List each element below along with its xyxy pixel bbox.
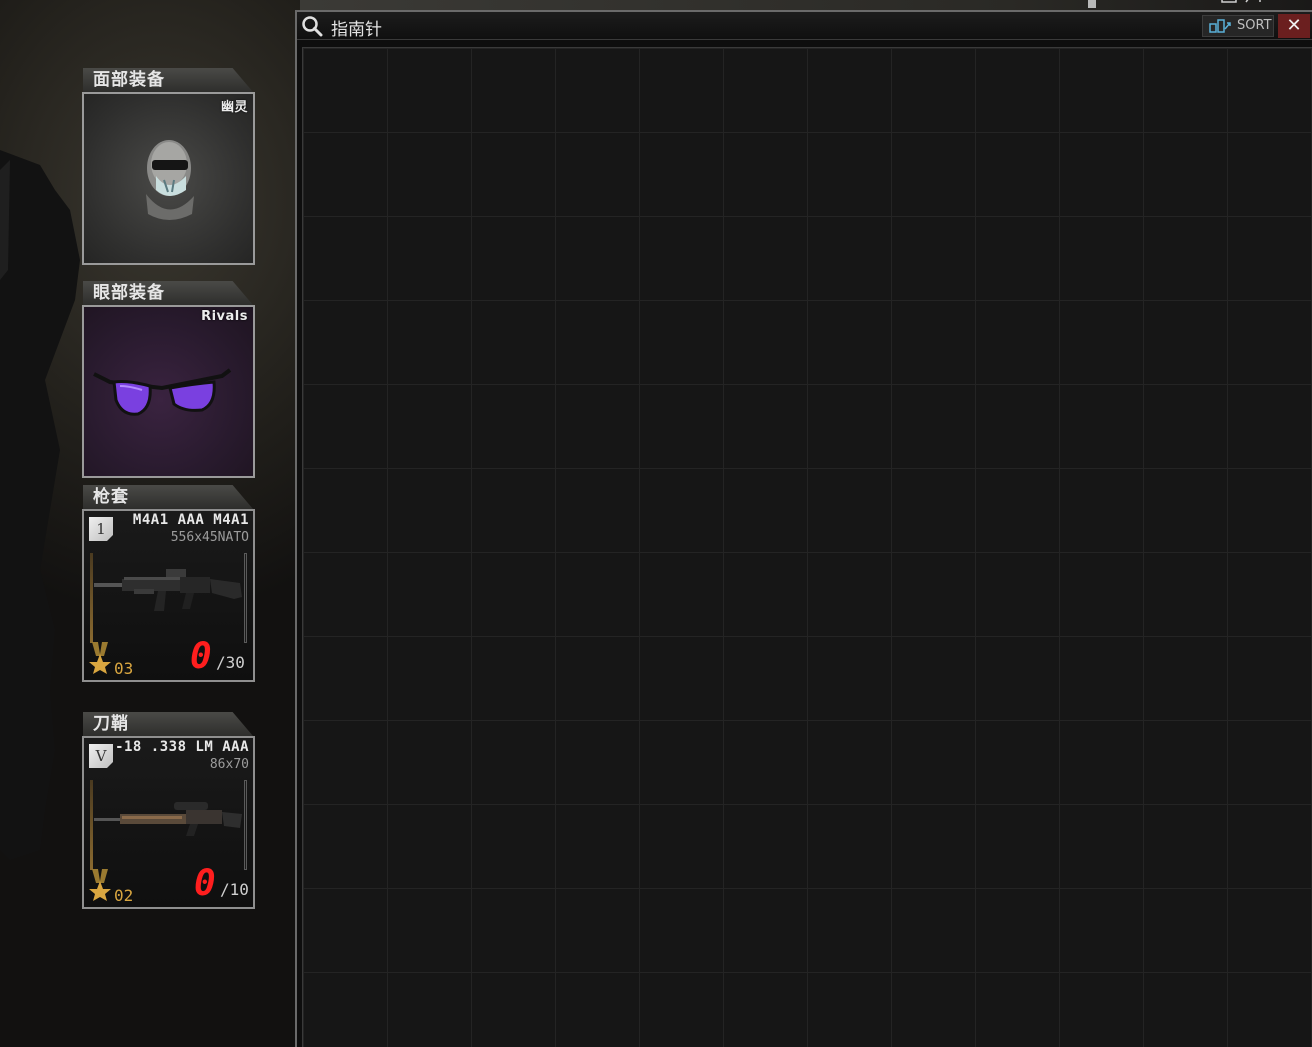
holster-slot[interactable]: 1 M4A1 AAA M4A1 556x45NATO 03 0 /30 bbox=[82, 509, 255, 682]
face-slot-header: 面部装备 bbox=[83, 68, 253, 92]
top-strip bbox=[300, 0, 1312, 10]
container-grid[interactable] bbox=[302, 47, 1312, 1047]
heat-bar bbox=[244, 780, 247, 870]
character-silhouette bbox=[0, 150, 80, 860]
rank-medal-icon bbox=[89, 869, 111, 901]
weapon-slot-badge: 1 bbox=[89, 517, 113, 541]
durability-bar bbox=[90, 553, 93, 643]
top-marker bbox=[1088, 0, 1096, 8]
rifle-icon bbox=[94, 569, 242, 611]
holster-caliber: 556x45NATO bbox=[170, 530, 249, 545]
eye-item-name: Rivals bbox=[201, 309, 248, 324]
scabbard-ammo-max: /10 bbox=[220, 880, 249, 899]
sort-button[interactable]: SORT bbox=[1202, 15, 1274, 37]
close-button[interactable]: ✕ bbox=[1278, 14, 1310, 38]
sort-label: SORT bbox=[1237, 18, 1272, 33]
rank-medal-icon bbox=[89, 642, 111, 674]
scabbard-slot-header: 刀鞘 bbox=[83, 712, 253, 736]
holster-rank: 03 bbox=[114, 659, 134, 678]
weapon-slot-badge: V bbox=[89, 744, 113, 768]
window-header[interactable]: 指南针 SORT ✕ bbox=[297, 12, 1312, 40]
durability-bar bbox=[90, 780, 93, 870]
eye-slot-header: 眼部装备 bbox=[83, 281, 253, 305]
scabbard-rank: 02 bbox=[114, 886, 134, 905]
glasses-icon bbox=[93, 368, 232, 416]
top-toolbar-glyph bbox=[1221, 0, 1261, 3]
balaclava-icon bbox=[146, 140, 194, 220]
scabbard-weapon-name: -18 .338 LM AAA bbox=[115, 739, 249, 755]
holster-slot-header: 枪套 bbox=[83, 485, 253, 509]
scabbard-ammo-current: 0 bbox=[194, 863, 216, 904]
scabbard-slot[interactable]: V -18 .338 LM AAA 86x70 02 0 /10 bbox=[82, 736, 255, 909]
holster-weapon-name: M4A1 AAA M4A1 bbox=[132, 512, 249, 528]
holster-ammo-current: 0 bbox=[190, 636, 212, 677]
heat-bar bbox=[244, 553, 247, 643]
eye-slot[interactable]: Rivals bbox=[82, 305, 255, 478]
sniper-rifle-icon bbox=[94, 802, 242, 836]
search-icon[interactable] bbox=[301, 15, 323, 37]
face-slot[interactable]: 幽灵 bbox=[82, 92, 255, 265]
sort-icon bbox=[1209, 19, 1231, 33]
window-title: 指南针 bbox=[331, 20, 382, 40]
scabbard-caliber: 86x70 bbox=[209, 757, 249, 772]
container-window: 指南针 SORT ✕ bbox=[295, 10, 1312, 1047]
face-item-name: 幽灵 bbox=[220, 100, 248, 115]
holster-ammo-max: /30 bbox=[216, 653, 245, 672]
